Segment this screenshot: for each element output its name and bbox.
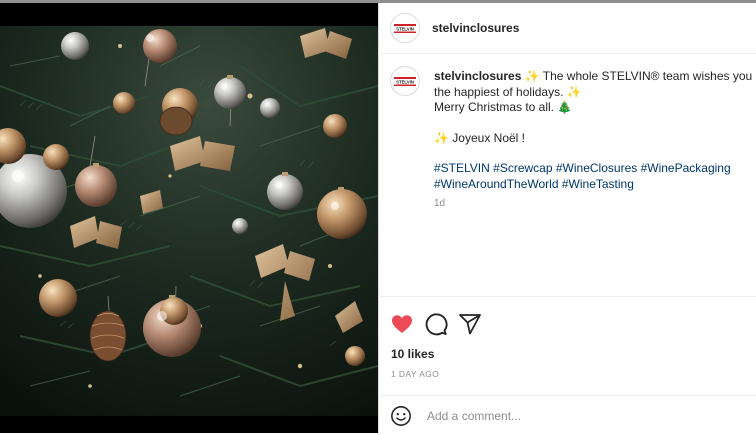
christmas-tree-photo bbox=[0, 26, 378, 416]
caption-line2: Merry Christmas to all. bbox=[434, 100, 555, 114]
hashtag-link[interactable]: #STELVIN bbox=[434, 161, 490, 175]
hashtag-link[interactable]: #WineAroundTheWorld bbox=[434, 177, 559, 191]
comment-input[interactable] bbox=[425, 406, 729, 426]
caption-avatar[interactable]: STELVIN bbox=[390, 66, 420, 96]
post-detail-panel: STELVIN stelvinclosures STELVIN stelvinc… bbox=[378, 3, 756, 433]
header-username[interactable]: stelvinclosures bbox=[432, 21, 519, 35]
caption-avatar-logo-text: STELVIN bbox=[396, 79, 414, 84]
hashtag-list: #STELVIN #Screwcap #WineClosures #WinePa… bbox=[434, 161, 756, 192]
hashtag-link[interactable]: #WineTasting bbox=[562, 177, 634, 191]
post-actions: 10 likes 1 DAY AGO bbox=[378, 296, 756, 434]
sparkle-icon: ✨ bbox=[524, 69, 540, 83]
comment-icon[interactable] bbox=[424, 312, 448, 336]
avatar[interactable]: STELVIN bbox=[390, 13, 420, 43]
heart-icon[interactable] bbox=[390, 312, 414, 336]
share-icon[interactable] bbox=[458, 312, 482, 336]
post-header: STELVIN stelvinclosures bbox=[378, 3, 756, 54]
christmas-tree-icon: 🎄 bbox=[557, 100, 573, 114]
stelvin-logo-icon: STELVIN bbox=[394, 76, 416, 86]
sparkle-icon: ✨ bbox=[566, 84, 582, 99]
hashtag-link[interactable]: #Screwcap bbox=[493, 161, 552, 175]
post-image[interactable] bbox=[0, 26, 378, 416]
pine-cone bbox=[89, 310, 127, 362]
posted-time: 1 DAY AGO bbox=[391, 369, 440, 379]
hashtag-link[interactable]: #WineClosures bbox=[556, 161, 637, 175]
avatar-logo-text: STELVIN bbox=[396, 26, 414, 31]
caption-username[interactable]: stelvinclosures bbox=[434, 69, 521, 83]
likes-count[interactable]: 10 likes bbox=[391, 347, 434, 361]
comment-bar bbox=[378, 395, 756, 435]
smiley-icon[interactable] bbox=[390, 405, 412, 427]
hashtag-link[interactable]: #WinePackaging bbox=[641, 161, 731, 175]
caption-timestamp[interactable]: 1d bbox=[434, 196, 756, 212]
stelvin-logo-icon: STELVIN bbox=[394, 23, 416, 33]
caption-line3: Joyeux Noël ! bbox=[452, 130, 525, 145]
sparkle-icon: ✨ bbox=[434, 130, 449, 145]
post-media bbox=[0, 3, 378, 433]
post-caption: stelvinclosures ✨ The whole STELVIN® tea… bbox=[434, 69, 756, 212]
